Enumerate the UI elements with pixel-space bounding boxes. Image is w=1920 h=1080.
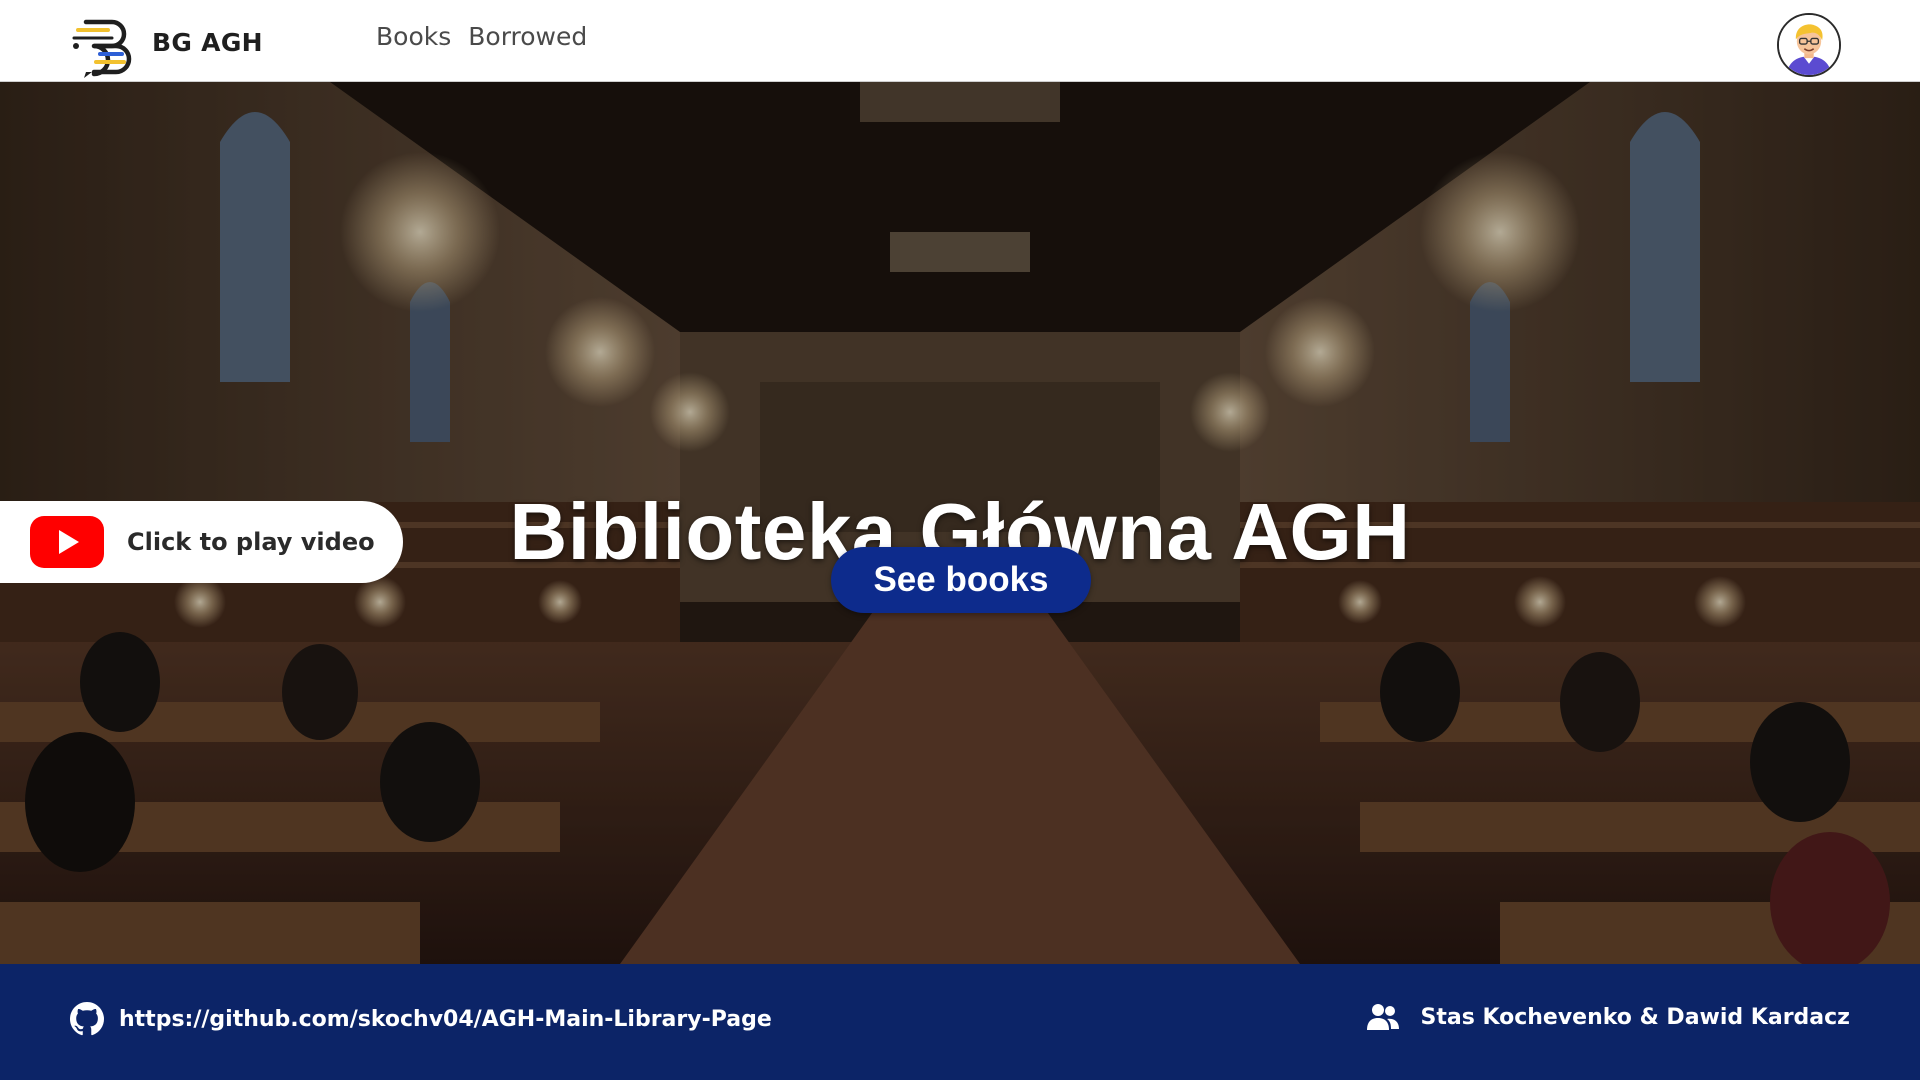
- github-repo-link[interactable]: https://github.com/skochv04/AGH-Main-Lib…: [70, 1002, 772, 1036]
- main-nav: Books Borrowed: [376, 22, 587, 51]
- see-books-button[interactable]: See books: [831, 547, 1091, 613]
- user-avatar-icon: [1779, 15, 1839, 75]
- play-video-button[interactable]: Click to play video: [0, 501, 403, 583]
- github-icon: [70, 1002, 104, 1036]
- logo-link[interactable]: BG AGH: [72, 16, 263, 78]
- logo-text: BG AGH: [152, 28, 263, 57]
- hero-section: Biblioteka Główna AGH See books Click to…: [0, 82, 1920, 964]
- footer: https://github.com/skochv04/AGH-Main-Lib…: [0, 964, 1920, 1080]
- youtube-play-icon: [30, 516, 104, 568]
- users-icon: [1367, 1004, 1400, 1030]
- nav-books-link[interactable]: Books: [376, 22, 451, 51]
- book-chat-logo-icon: [72, 19, 132, 78]
- play-video-label: Click to play video: [127, 528, 375, 556]
- user-avatar[interactable]: [1777, 13, 1841, 77]
- github-repo-url: https://github.com/skochv04/AGH-Main-Lib…: [119, 1006, 772, 1032]
- authors: Stas Kochevenko & Dawid Kardacz: [1366, 1002, 1850, 1032]
- nav-borrowed-link[interactable]: Borrowed: [468, 22, 587, 51]
- top-navbar: BG AGH Books Borrowed: [0, 0, 1920, 82]
- authors-names: Stas Kochevenko & Dawid Kardacz: [1420, 1004, 1850, 1030]
